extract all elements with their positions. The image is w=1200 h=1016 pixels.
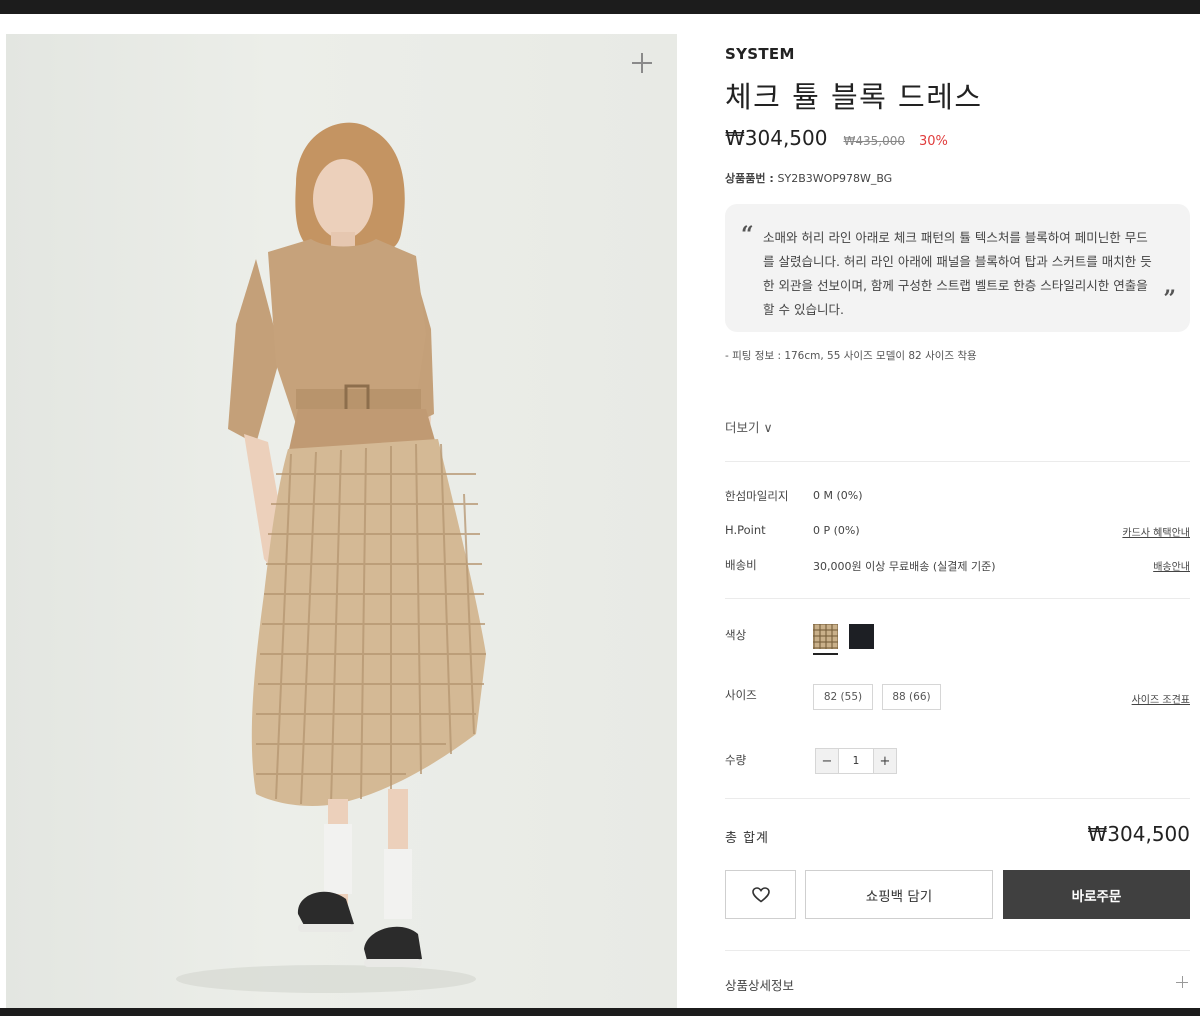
shipping-value: 30,000원 이상 무료배송 (실결제 기준)	[813, 560, 996, 573]
product-detail-toggle[interactable]: 상품상세정보	[725, 975, 794, 994]
price-row: ₩304,500 ₩435,000 30%	[725, 126, 948, 150]
more-button[interactable]: 더보기 ∨	[725, 417, 773, 436]
shipping-label: 배송비	[725, 558, 757, 572]
hpoint-value: 0 P (0%)	[813, 524, 860, 537]
open-quote-icon: “	[741, 222, 754, 248]
color-swatch-beige[interactable]	[813, 624, 838, 649]
product-info-panel: SYSTEM 체크 튤 블록 드레스 ₩304,500 ₩435,000 30%…	[725, 0, 1190, 1008]
fitting-info: - 피팅 정보 : 176cm, 55 사이즈 모델이 82 사이즈 착용	[725, 350, 977, 362]
divider	[725, 461, 1190, 462]
quantity-label: 수량	[725, 753, 747, 767]
product-code-label: 상품품번	[725, 172, 766, 185]
discount-rate: 30%	[918, 134, 948, 149]
total-price: ₩304,500	[1087, 822, 1190, 846]
hpoint-label: H.Point	[725, 523, 766, 537]
selected-swatch-indicator	[813, 653, 838, 655]
mileage-label: 한섬마일리지	[725, 489, 789, 503]
product-code: 상품품번 : SY2B3WOP978W_BG	[725, 172, 893, 185]
window-bottom-bar	[0, 1008, 1200, 1016]
close-quote-icon: ”	[1163, 286, 1176, 312]
original-price: ₩435,000	[843, 134, 905, 148]
quantity-stepper: − +	[815, 748, 897, 774]
heart-icon	[751, 886, 770, 903]
size-chart-link[interactable]: 사이즈 조견표	[1132, 691, 1190, 706]
brand-name[interactable]: SYSTEM	[725, 45, 795, 63]
size-option-82[interactable]: 82 (55)	[813, 684, 873, 710]
quantity-plus-button[interactable]: +	[874, 749, 896, 773]
color-swatch-black[interactable]	[849, 624, 874, 649]
buy-now-button[interactable]: 바로주문	[1003, 870, 1190, 919]
product-image	[6, 34, 677, 1008]
card-benefit-link[interactable]: 카드사 혜택안내	[1122, 524, 1190, 539]
quantity-input[interactable]	[838, 749, 874, 773]
model-photo	[176, 122, 486, 993]
size-label: 사이즈	[725, 688, 757, 702]
product-title: 체크 튤 블록 드레스	[725, 80, 983, 114]
product-code-value: SY2B3WOP978W_BG	[777, 172, 893, 185]
sale-price: ₩304,500	[725, 126, 828, 150]
description-text: 소매와 허리 라인 아래로 체크 패턴의 튤 텍스처를 블록하여 페미닌한 무드…	[763, 230, 1152, 317]
size-option-88[interactable]: 88 (66)	[882, 684, 941, 710]
mileage-value: 0 M (0%)	[813, 489, 863, 502]
shipping-guide-link[interactable]: 배송안내	[1153, 558, 1190, 573]
quantity-minus-button[interactable]: −	[816, 749, 838, 773]
expand-plus-icon[interactable]	[1176, 976, 1188, 988]
description-box: “ 소매와 허리 라인 아래로 체크 패턴의 튤 텍스처를 블록하여 페미닌한 …	[725, 204, 1190, 332]
total-label: 총 합계	[725, 831, 770, 846]
divider	[725, 798, 1190, 799]
zoom-plus-icon[interactable]	[631, 52, 653, 74]
add-to-bag-button[interactable]: 쇼핑백 담기	[805, 870, 993, 919]
color-label: 색상	[725, 628, 747, 642]
wishlist-button[interactable]	[725, 870, 796, 919]
divider	[725, 950, 1190, 951]
divider	[725, 598, 1190, 599]
